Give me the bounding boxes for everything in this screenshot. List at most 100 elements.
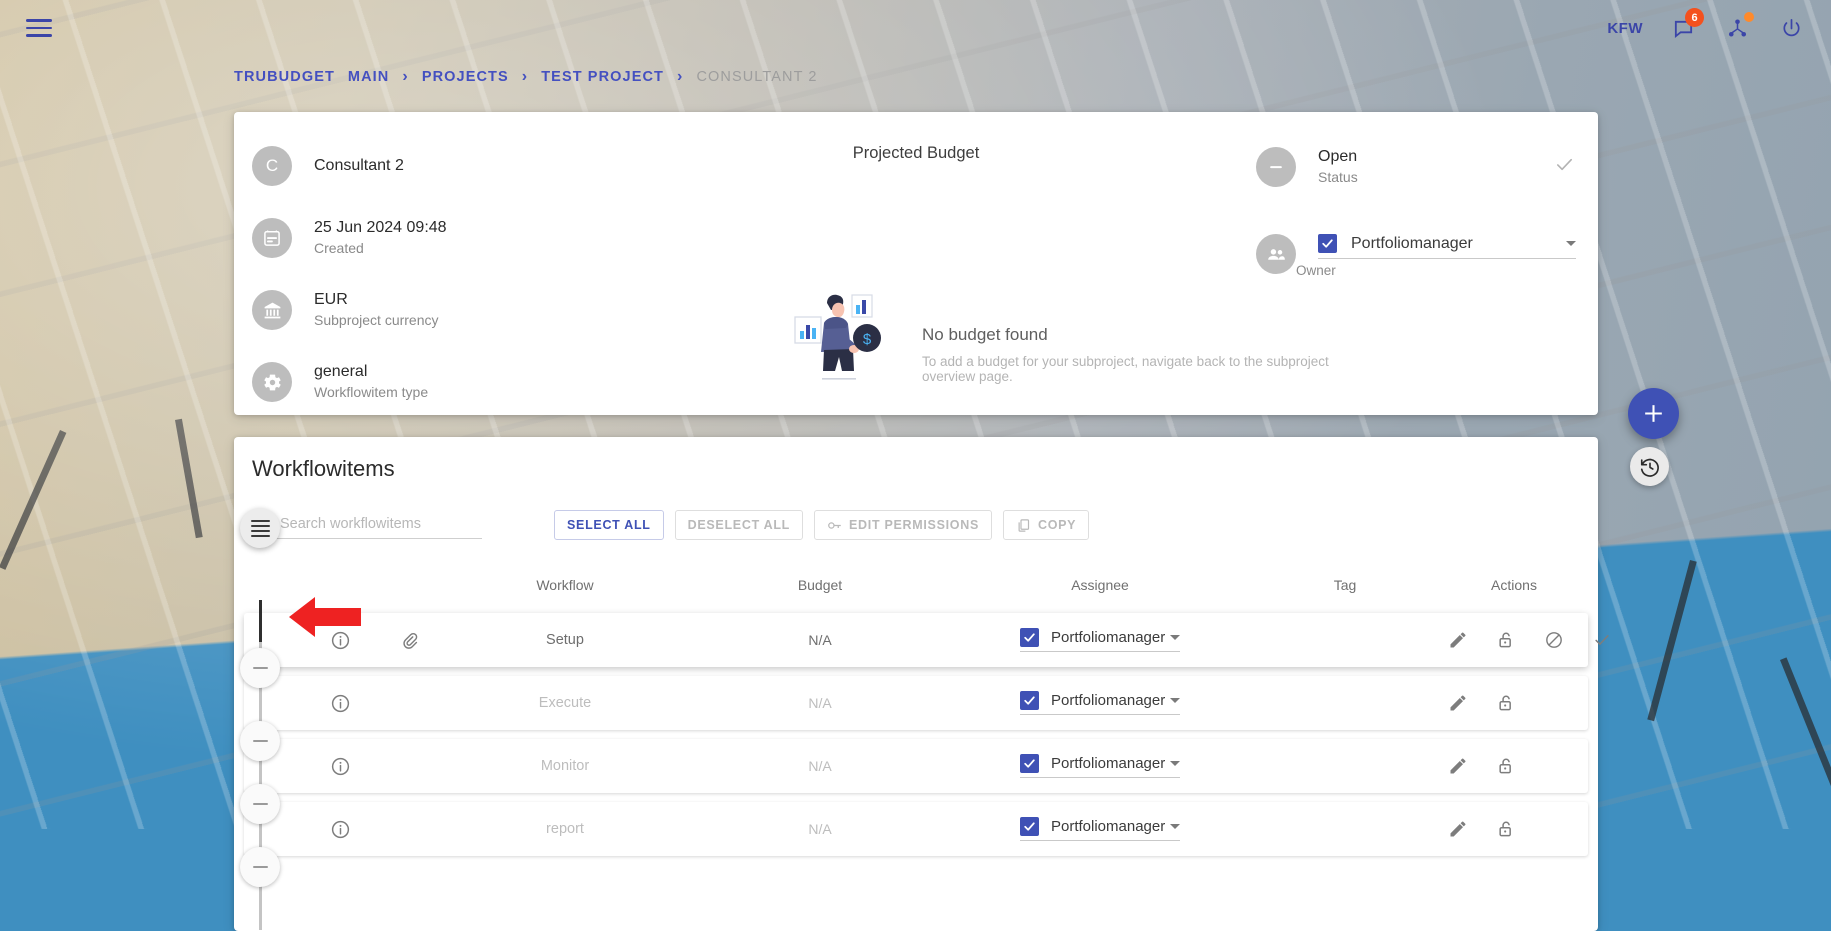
workflow-name: Execute	[538, 695, 592, 711]
breadcrumb-item-trubudget[interactable]: TRUBUDGET	[234, 69, 335, 85]
status-check-icon[interactable]	[1553, 153, 1576, 181]
unlock-icon[interactable]	[1488, 748, 1524, 784]
breadcrumb-separator-icon: ›	[402, 68, 409, 85]
edit-permissions-button[interactable]: EDIT PERMISSIONS	[814, 510, 992, 540]
status-and-owner-panel: Open Status Portfoliomanager Owner	[1256, 134, 1576, 278]
unlock-icon[interactable]	[1488, 622, 1524, 658]
copy-button[interactable]: COPY	[1002, 510, 1090, 540]
column-header-actions: Actions	[1491, 577, 1537, 593]
drag-line	[250, 524, 270, 527]
assignee-select[interactable]: Portfoliomanager	[1020, 817, 1180, 841]
table-row[interactable]: report N/A Portfoliomanager	[244, 802, 1588, 856]
chevron-down-icon[interactable]	[1170, 761, 1180, 766]
owner-name: Portfoliomanager	[1351, 234, 1473, 252]
menu-line	[26, 19, 52, 22]
breadcrumb-item-test-project[interactable]: TEST PROJECT	[541, 69, 664, 85]
assignee-name: Portfoliomanager	[1051, 629, 1166, 646]
minus-icon	[252, 740, 268, 742]
check-icon[interactable]	[1584, 622, 1620, 658]
select-all-button[interactable]: SELECT ALL	[554, 510, 664, 540]
workflow-name: Monitor	[540, 758, 590, 774]
history-button[interactable]	[1630, 447, 1669, 486]
status-value: Open	[1318, 148, 1358, 166]
edit-pencil-icon[interactable]	[1440, 622, 1476, 658]
table-row[interactable]: Execute N/A Portfoliomanager	[244, 676, 1588, 730]
add-workflowitem-button[interactable]	[1628, 388, 1679, 439]
column-header-assignee: Assignee	[1071, 577, 1129, 593]
timeline-node[interactable]	[240, 721, 280, 761]
search-field[interactable]	[252, 515, 482, 539]
attachment-icon[interactable]	[391, 622, 427, 658]
chevron-down-icon[interactable]	[1566, 241, 1576, 246]
hamburger-menu-icon[interactable]	[26, 19, 52, 37]
assignee-checkbox[interactable]	[1020, 754, 1039, 773]
assignee-checkbox[interactable]	[1020, 817, 1039, 836]
detail-row-text: general Workflowitem type	[314, 361, 428, 402]
org-logo-label: KFW	[1607, 19, 1643, 37]
edit-pencil-icon[interactable]	[1440, 748, 1476, 784]
copy-icon	[1018, 518, 1030, 532]
owner-checkbox[interactable]	[1318, 234, 1337, 253]
workflow-timeline	[240, 600, 280, 930]
chevron-down-icon[interactable]	[1170, 698, 1180, 703]
unlock-icon[interactable]	[1488, 811, 1524, 847]
assignee-name: Portfoliomanager	[1051, 692, 1166, 709]
detail-row-text: EUR Subproject currency	[314, 289, 439, 330]
chevron-down-icon[interactable]	[1170, 635, 1180, 640]
status-label: Status	[1318, 169, 1358, 185]
drag-line	[250, 529, 270, 532]
assignee-checkbox[interactable]	[1020, 628, 1039, 647]
column-header-budget: Budget	[797, 577, 843, 593]
workflowitem-type-label: Workflowitem type	[314, 384, 429, 400]
assignee-select[interactable]: Portfoliomanager	[1020, 628, 1180, 652]
empty-budget-state: $ No budget found To add a budget for yo…	[794, 294, 1354, 393]
search-input[interactable]	[280, 515, 482, 532]
row-actions	[1440, 685, 1602, 721]
drag-handle-icon[interactable]	[240, 508, 280, 548]
assignee-name: Portfoliomanager	[1051, 818, 1166, 835]
breadcrumb-item-projects[interactable]: PROJECTS	[422, 69, 509, 85]
subproject-detail-card: C Consultant 2 25 Jun 2024 09:48 Created	[234, 112, 1598, 415]
info-icon[interactable]	[322, 748, 358, 784]
created-date: 25 Jun 2024 09:48	[314, 219, 447, 237]
top-app-bar: KFW 6	[0, 0, 1831, 56]
timeline-node[interactable]	[240, 648, 280, 688]
owner-select[interactable]: Portfoliomanager	[1318, 234, 1576, 259]
deselect-all-button[interactable]: DESELECT ALL	[674, 510, 804, 540]
assignee-checkbox[interactable]	[1020, 691, 1039, 710]
table-row[interactable]: Monitor N/A Portfoliomanager	[244, 739, 1588, 793]
breadcrumb: TRUBUDGET MAIN › PROJECTS › TEST PROJECT…	[234, 68, 818, 86]
assignee-select[interactable]: Portfoliomanager	[1020, 754, 1180, 778]
people-icon	[1256, 234, 1296, 274]
timeline-node[interactable]	[240, 784, 280, 824]
workflowitems-toolbar: SELECT ALL DESELECT ALL EDIT PERMISSIONS…	[252, 501, 1580, 549]
assignee-name: Portfoliomanager	[1051, 755, 1166, 772]
network-share-icon[interactable]	[1723, 12, 1754, 42]
assignee-select[interactable]: Portfoliomanager	[1020, 691, 1180, 715]
chevron-down-icon[interactable]	[1170, 824, 1180, 829]
block-icon[interactable]	[1536, 622, 1572, 658]
info-icon[interactable]	[322, 685, 358, 721]
calendar-icon	[252, 218, 292, 258]
workflow-budget: N/A	[808, 632, 832, 648]
detail-info-list: C Consultant 2 25 Jun 2024 09:48 Created	[234, 130, 654, 418]
owner-row: Portfoliomanager Owner	[1256, 234, 1576, 278]
logout-power-icon[interactable]	[1777, 14, 1805, 42]
edit-pencil-icon[interactable]	[1440, 811, 1476, 847]
table-row[interactable]: Setup N/A Portfoliomanager	[244, 613, 1609, 667]
unlock-icon[interactable]	[1488, 685, 1524, 721]
row-actions	[1440, 622, 1654, 658]
detail-row-currency: EUR Subproject currency	[234, 274, 654, 346]
empty-budget-subtext: To add a budget for your subproject, nav…	[922, 354, 1329, 384]
breadcrumb-separator-icon: ›	[521, 68, 529, 85]
detail-row-created: 25 Jun 2024 09:48 Created	[234, 202, 654, 274]
edit-permissions-label: EDIT PERMISSIONS	[849, 518, 979, 532]
timeline-node[interactable]	[240, 847, 280, 887]
notifications-button[interactable]: 6	[1669, 8, 1704, 42]
column-header-tag: Tag	[1333, 577, 1357, 593]
info-icon[interactable]	[322, 811, 358, 847]
breadcrumb-item-main[interactable]: MAIN	[348, 69, 389, 85]
bank-icon	[252, 290, 292, 330]
edit-pencil-icon[interactable]	[1440, 685, 1476, 721]
minus-icon	[252, 803, 268, 805]
